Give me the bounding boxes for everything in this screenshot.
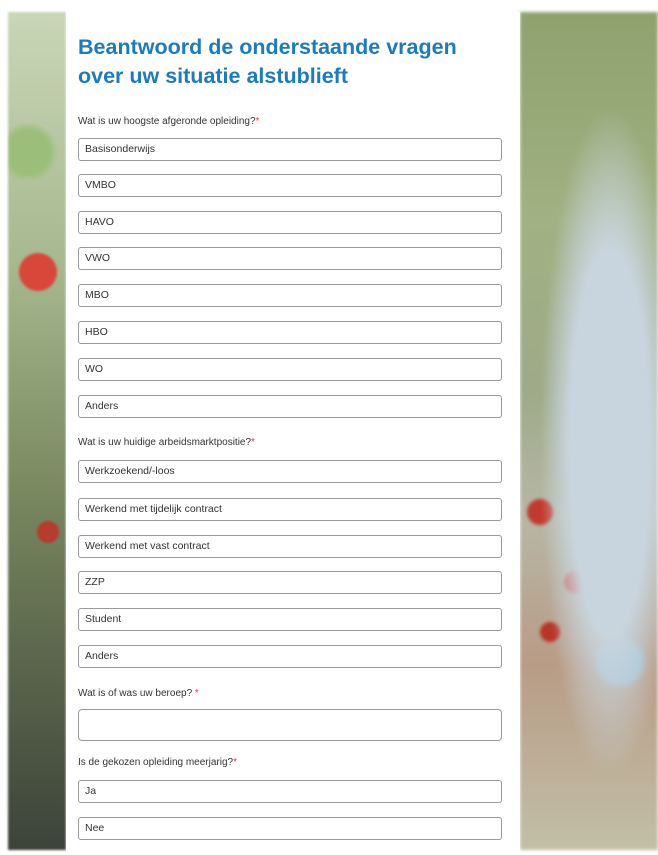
background-photo-left — [8, 12, 66, 850]
background-photo-right — [520, 12, 658, 850]
question-label-text: Is de gekozen opleiding meerjarig? — [78, 757, 234, 768]
option-havo[interactable]: HAVO — [78, 211, 502, 234]
option-hbo[interactable]: HBO — [78, 321, 502, 344]
required-marker: * — [233, 757, 238, 768]
option-wo[interactable]: WO — [78, 358, 502, 381]
question-label-profession: Wat is of was uw beroep? * — [78, 688, 199, 699]
option-mbo[interactable]: MBO — [78, 284, 502, 307]
required-marker: * — [255, 116, 260, 127]
option-vwo[interactable]: VWO — [78, 247, 502, 270]
option-vast-contract[interactable]: Werkend met vast contract — [78, 535, 502, 558]
profession-input[interactable] — [78, 709, 502, 741]
question-label-multiyear: Is de gekozen opleiding meerjarig?* — [78, 757, 237, 768]
option-nee[interactable]: Nee — [78, 817, 502, 840]
option-student[interactable]: Student — [78, 608, 502, 631]
required-marker: * — [194, 688, 199, 699]
question-label-education: Wat is uw hoogste afgeronde opleiding?* — [78, 116, 259, 127]
option-zzp[interactable]: ZZP — [78, 571, 502, 594]
option-tijdelijk-contract[interactable]: Werkend met tijdelijk contract — [78, 498, 502, 521]
required-marker: * — [251, 437, 255, 448]
option-ja[interactable]: Ja — [78, 780, 502, 803]
option-vmbo[interactable]: VMBO — [78, 174, 502, 197]
question-label-text: Wat is uw huidige arbeidsmarktpositie? — [78, 437, 252, 448]
question-label-text: Wat is of was uw beroep? — [78, 688, 195, 699]
option-basisonderwijs[interactable]: Basisonderwijs — [78, 138, 502, 161]
option-anders-labor[interactable]: Anders — [78, 645, 502, 668]
page-title: Beantwoord de onderstaande vragen over u… — [78, 35, 457, 88]
option-anders-education[interactable]: Anders — [78, 395, 502, 418]
question-label-text: Wat is uw hoogste afgeronde opleiding? — [78, 116, 256, 127]
question-label-labor-position: Wat is uw huidige arbeidsmarktpositie?* — [78, 437, 255, 448]
option-werkzoekend[interactable]: Werkzoekend/-loos — [78, 460, 502, 483]
